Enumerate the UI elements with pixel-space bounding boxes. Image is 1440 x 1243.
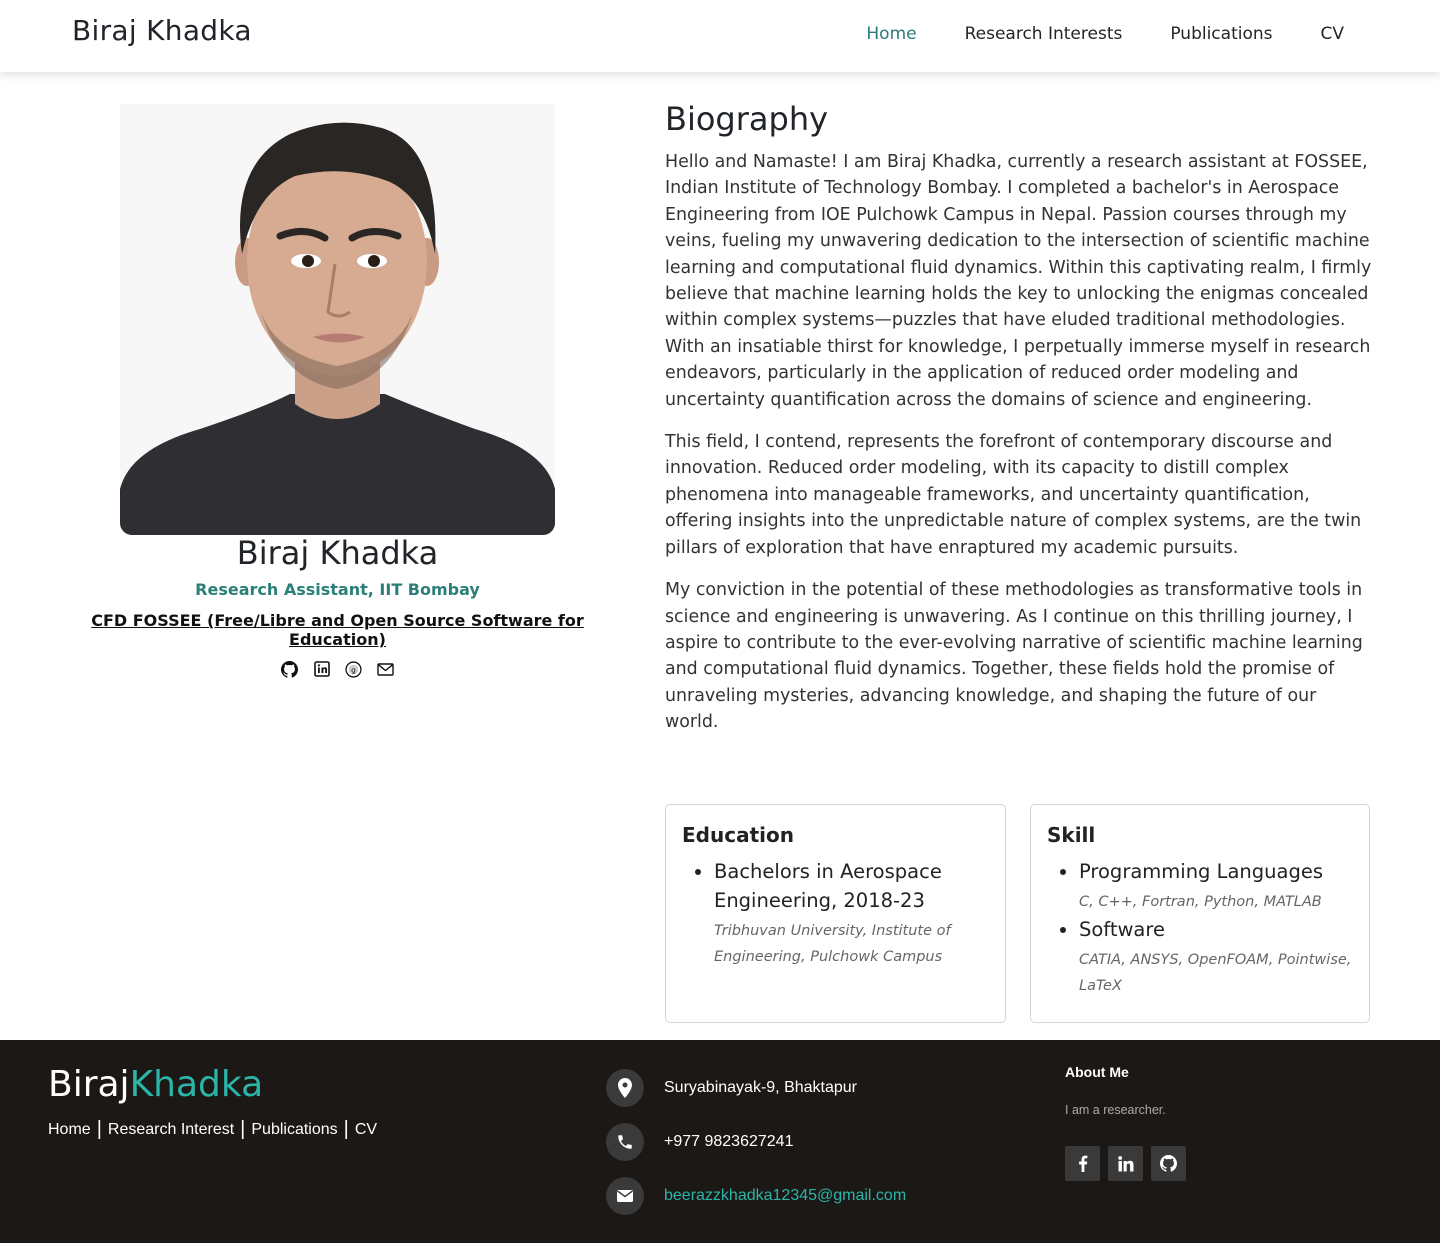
nav-publications[interactable]: Publications [1170,24,1272,44]
education-card: Education Bachelors in Aerospace Enginee… [665,804,1006,1023]
footer-separator: | [96,1118,102,1140]
nav-research-interests[interactable]: Research Interests [965,24,1123,44]
footer-links: Home | Research Interest | Publications … [48,1118,377,1141]
site-brand[interactable]: Biraj Khadka [72,14,252,47]
skill-detail: C, C++, Fortran, Python, MATLAB [1079,894,1322,910]
github-icon[interactable] [281,660,299,678]
profile-social-links: g [60,660,615,678]
footer-address-row: Suryabinayak-9, Bhaktapur [606,1069,857,1107]
biography-heading: Biography [665,100,829,138]
top-navbar: Biraj Khadka Home Research Interests Pub… [0,0,1440,72]
skill-detail: CATIA, ANSYS, OpenFOAM, Pointwise, LaTeX [1079,952,1352,994]
education-heading: Education [682,823,794,847]
footer-separator: | [240,1118,246,1140]
svg-text:g: g [351,665,356,674]
skill-category: Software [1079,918,1165,941]
skill-list: Programming Languages C, C++, Fortran, P… [1047,857,1353,999]
skill-category: Programming Languages [1079,860,1324,883]
footer-phone-row: +977 9823627241 [606,1123,793,1161]
education-degree: Bachelors in Aerospace Engineering, 2018… [714,860,942,912]
education-item: Bachelors in Aerospace Engineering, 2018… [714,857,989,970]
skill-item: Software CATIA, ANSYS, OpenFOAM, Pointwi… [1079,915,1353,999]
phone-icon [606,1123,644,1161]
footer-brand-first: Biraj [48,1064,130,1105]
skill-item: Programming Languages C, C++, Fortran, P… [1079,857,1353,915]
footer-separator: | [343,1118,349,1140]
github-icon[interactable] [1151,1146,1186,1181]
nav-home[interactable]: Home [866,24,916,44]
profile-name: Biraj Khadka [236,534,439,572]
profile-organization-link[interactable]: CFD FOSSEE (Free/Libre and Open Source S… [60,611,615,649]
biography-paragraph: Hello and Namaste! I am Biraj Khadka, cu… [665,152,1372,410]
site-footer: BirajKhadka Home | Research Interest | P… [0,1040,1440,1243]
footer-link-research-interest[interactable]: Research Interest [108,1121,234,1139]
footer-about-text: I am a researcher. [1065,1103,1166,1117]
footer-link-cv[interactable]: CV [355,1121,377,1139]
profile-photo [120,104,555,535]
biography-paragraph: This field, I contend, represents the fo… [665,432,1362,558]
education-institution: Tribhuvan University, Institute of Engin… [714,923,951,965]
map-marker-icon [606,1069,644,1107]
footer-social-links [1065,1146,1186,1181]
footer-address: Suryabinayak-9, Bhaktapur [664,1079,857,1096]
footer-about-heading: About Me [1065,1064,1129,1080]
profile-role: Research Assistant, IIT Bombay [195,580,480,599]
linkedin-icon[interactable] [313,660,331,678]
footer-phone: +977 9823627241 [664,1133,794,1150]
google-scholar-icon[interactable]: g [345,660,363,678]
footer-email-link[interactable]: beerazzkhadka12345@gmail.com [664,1187,906,1205]
footer-email-row: beerazzkhadka12345@gmail.com [606,1177,906,1215]
main-nav: Home Research Interests Publications CV [866,24,1344,44]
footer-link-home[interactable]: Home [48,1121,91,1139]
footer-link-publications[interactable]: Publications [251,1121,337,1139]
skill-heading: Skill [1047,823,1096,847]
education-list: Bachelors in Aerospace Engineering, 2018… [682,857,989,970]
facebook-icon[interactable] [1065,1146,1100,1181]
footer-brand-second: Khadka [129,1064,264,1105]
envelope-icon [606,1177,644,1215]
skill-card: Skill Programming Languages C, C++, Fort… [1030,804,1370,1023]
linkedin-icon[interactable] [1108,1146,1143,1181]
biography-paragraph: My conviction in the potential of these … [665,580,1363,733]
biography-section: Biography Hello and Namaste! I am Biraj … [665,100,1375,752]
nav-cv[interactable]: CV [1321,24,1345,44]
mail-icon[interactable] [377,660,395,678]
footer-brand[interactable]: BirajKhadka [48,1064,263,1105]
